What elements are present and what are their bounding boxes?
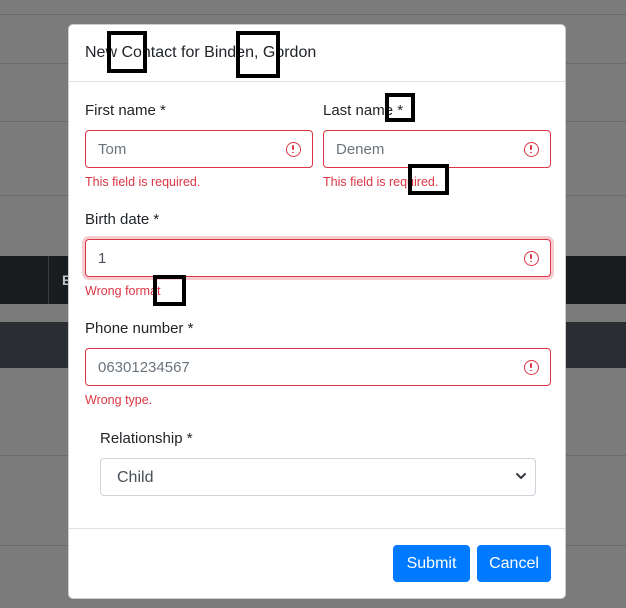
redaction-box xyxy=(385,93,415,122)
redaction-box xyxy=(107,31,147,73)
submit-button[interactable]: Submit xyxy=(393,545,470,582)
exclamation-circle-icon xyxy=(524,251,539,266)
birth-date-label: Birth date * xyxy=(85,211,160,228)
phone-number-label: Phone number * xyxy=(85,320,194,337)
phone-number-field[interactable] xyxy=(85,348,551,386)
exclamation-circle-icon xyxy=(524,360,539,375)
redaction-box xyxy=(236,31,280,78)
background-header-divider xyxy=(48,256,49,304)
phone-number-error: Wrong type. xyxy=(85,393,153,407)
first-name-input[interactable] xyxy=(86,131,312,167)
new-contact-modal: New Contact for Binden, Gordon First nam… xyxy=(68,24,566,599)
birth-date-input[interactable] xyxy=(86,240,550,276)
relationship-select[interactable]: Child xyxy=(100,458,536,496)
redaction-box xyxy=(153,275,186,306)
birth-date-error: Wrong format xyxy=(85,284,161,298)
exclamation-circle-icon xyxy=(524,142,539,157)
cancel-button[interactable]: Cancel xyxy=(477,545,551,582)
redaction-box xyxy=(408,164,449,195)
relationship-selected-value: Child xyxy=(117,469,154,486)
birth-date-field[interactable] xyxy=(85,239,551,277)
last-name-field[interactable] xyxy=(323,130,551,168)
first-name-field[interactable] xyxy=(85,130,313,168)
background-divider xyxy=(0,14,626,15)
exclamation-circle-icon xyxy=(286,142,301,157)
first-name-label: First name * xyxy=(85,102,166,119)
relationship-label: Relationship * xyxy=(100,430,193,447)
modal-footer: Submit Cancel xyxy=(69,528,565,598)
chevron-down-icon xyxy=(516,473,526,479)
phone-number-input[interactable] xyxy=(86,349,550,385)
last-name-input[interactable] xyxy=(324,131,550,167)
first-name-error: This field is required. xyxy=(85,175,201,189)
